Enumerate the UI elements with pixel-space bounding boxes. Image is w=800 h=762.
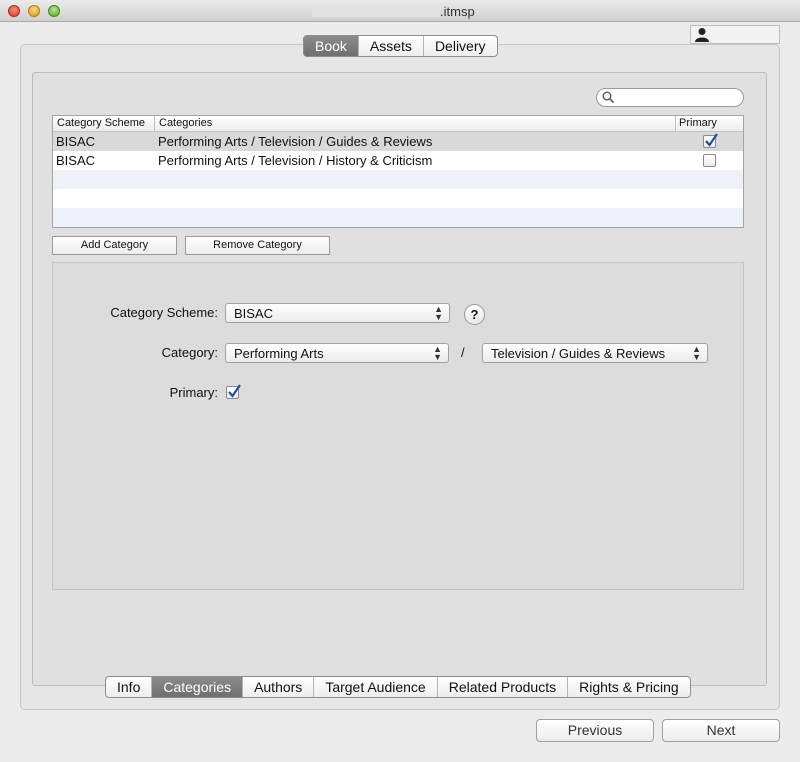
row-category: Performing Arts / Television / History &… bbox=[158, 153, 433, 168]
row-scheme: BISAC bbox=[56, 153, 96, 168]
next-button[interactable]: Next bbox=[662, 719, 780, 742]
column-header-primary[interactable]: Primary bbox=[679, 117, 717, 129]
row-primary-checkbox[interactable] bbox=[703, 133, 718, 148]
remove-category-button[interactable]: Remove Category bbox=[185, 236, 330, 255]
checkmark-icon bbox=[705, 133, 718, 147]
subcategory-select[interactable]: Television / Guides & Reviews ▲ ▼ bbox=[482, 343, 708, 363]
search-input[interactable] bbox=[596, 88, 744, 107]
category-table[interactable]: Category Scheme Categories Primary BISAC… bbox=[52, 115, 744, 228]
close-window-button[interactable] bbox=[8, 5, 20, 17]
category-separator: / bbox=[461, 345, 465, 360]
category-select[interactable]: Performing Arts ▲ ▼ bbox=[225, 343, 449, 363]
previous-button[interactable]: Previous bbox=[536, 719, 654, 742]
help-button[interactable]: ? bbox=[464, 304, 485, 325]
category-scheme-select[interactable]: BISAC ▲ ▼ bbox=[225, 303, 450, 323]
column-header-categories[interactable]: Categories bbox=[159, 117, 212, 129]
add-category-button[interactable]: Add Category bbox=[52, 236, 177, 255]
table-header: Category Scheme Categories Primary bbox=[53, 116, 743, 132]
column-header-scheme[interactable]: Category Scheme bbox=[57, 117, 145, 129]
category-label: Category: bbox=[161, 345, 218, 360]
tab-target-audience[interactable]: Target Audience bbox=[313, 677, 436, 697]
tab-related-products[interactable]: Related Products bbox=[436, 677, 567, 697]
table-row-empty bbox=[53, 208, 743, 227]
category-scheme-value: BISAC bbox=[234, 306, 274, 321]
window-title: .itmsp bbox=[440, 4, 475, 19]
updown-arrows-icon: ▲ ▼ bbox=[434, 304, 443, 322]
table-row-empty bbox=[53, 170, 743, 189]
row-category: Performing Arts / Television / Guides & … bbox=[158, 134, 433, 149]
tab-delivery[interactable]: Delivery bbox=[422, 36, 497, 56]
tab-categories[interactable]: Categories bbox=[151, 677, 243, 697]
row-primary-checkbox[interactable] bbox=[703, 154, 716, 167]
tab-book[interactable]: Book bbox=[304, 36, 358, 56]
minimize-window-button[interactable] bbox=[28, 5, 40, 17]
tab-authors[interactable]: Authors bbox=[242, 677, 313, 697]
title-bar: .itmsp bbox=[0, 0, 800, 22]
checkmark-icon bbox=[228, 384, 241, 398]
table-row[interactable]: BISAC Performing Arts / Television / His… bbox=[53, 151, 743, 170]
updown-arrows-icon: ▲ ▼ bbox=[692, 344, 701, 362]
user-icon bbox=[694, 27, 710, 45]
table-row[interactable]: BISAC Performing Arts / Television / Gui… bbox=[53, 132, 743, 151]
bottom-tab-bar: Info Categories Authors Target Audience … bbox=[105, 676, 691, 698]
title-redacted bbox=[312, 6, 440, 17]
updown-arrows-icon: ▲ ▼ bbox=[433, 344, 442, 362]
zoom-window-button[interactable] bbox=[48, 5, 60, 17]
tab-rights-pricing[interactable]: Rights & Pricing bbox=[567, 677, 690, 697]
category-value: Performing Arts bbox=[234, 346, 324, 361]
user-account-button[interactable] bbox=[690, 25, 780, 44]
primary-checkbox[interactable] bbox=[226, 384, 241, 399]
tab-assets[interactable]: Assets bbox=[357, 36, 423, 56]
tab-info[interactable]: Info bbox=[106, 677, 151, 697]
subcategory-value: Television / Guides & Reviews bbox=[491, 346, 666, 361]
magnifier-icon bbox=[602, 91, 615, 107]
row-scheme: BISAC bbox=[56, 134, 96, 149]
category-scheme-label: Category Scheme: bbox=[110, 305, 218, 320]
primary-label: Primary: bbox=[169, 385, 218, 400]
table-row-empty bbox=[53, 189, 743, 208]
top-tab-bar: Book Assets Delivery bbox=[303, 35, 498, 57]
